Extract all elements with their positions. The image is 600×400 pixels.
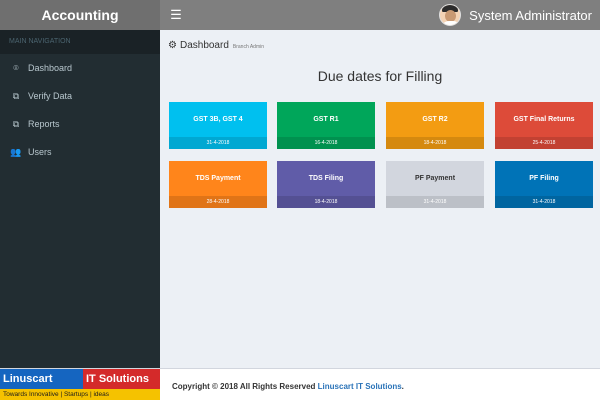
dashboard-icon: ⌾	[13, 62, 19, 73]
page-title: Dashboard	[179, 40, 229, 51]
sidebar-header: MAIN NAVIGATION	[0, 30, 160, 54]
copy-icon: ⧉	[12, 90, 20, 101]
due-card-title: TDS Payment	[195, 175, 241, 182]
sidebar: MAIN NAVIGATION ⌾ Dashboard ⧉ Verify Dat…	[0, 30, 160, 368]
page-subtitle: Branch Admin	[232, 44, 265, 50]
company-logo: Linuscart IT Solutions Towards Innovativ…	[0, 369, 160, 400]
due-card-title: GST R1	[313, 116, 339, 123]
due-card-date: 25-4-2018	[495, 137, 593, 149]
section-title: Due dates for Filling	[317, 68, 443, 84]
sidebar-item-verify-data[interactable]: ⧉ Verify Data	[0, 82, 160, 110]
logo-text-primary: Linuscart	[0, 369, 83, 389]
due-card-date: 18-4-2018	[386, 137, 484, 149]
sidebar-item-users[interactable]: 👥 Users	[0, 138, 160, 166]
copyright-suffix: .	[401, 382, 404, 391]
sidebar-item-label: Dashboard	[28, 63, 73, 73]
sidebar-item-reports[interactable]: ⧉ Reports	[0, 110, 160, 138]
due-card-pf-payment[interactable]: PF Payment 31-4-2018	[386, 161, 484, 208]
top-header: Accounting ☰ System Administrator	[0, 0, 600, 30]
menu-toggle-icon[interactable]: ☰	[166, 6, 186, 24]
due-card-title: GST 3B, GST 4	[193, 116, 243, 123]
due-card-pf-filing[interactable]: PF Filing 31-4-2018	[495, 161, 593, 208]
copyright-prefix: Copyright © 2018 All Rights Reserved	[172, 382, 316, 391]
due-card-gst-3b[interactable]: GST 3B, GST 4 31-4-2018	[169, 102, 267, 149]
due-card-date: 31-4-2018	[169, 137, 267, 149]
due-card-date: 28-4-2018	[169, 196, 267, 208]
due-card-title: GST Final Returns	[513, 116, 575, 123]
company-link[interactable]: Linuscart IT Solutions	[318, 382, 402, 391]
sidebar-item-label: Reports	[28, 119, 60, 129]
users-icon: 👥	[10, 146, 22, 157]
copyright-text: Copyright © 2018 All Rights Reserved Lin…	[172, 382, 404, 391]
logo-tagline: Towards Innovative | Startups | ideas	[0, 389, 160, 400]
due-card-gst-r2[interactable]: GST R2 18-4-2018	[386, 102, 484, 149]
due-card-title: PF Filing	[529, 175, 559, 182]
due-card-tds-payment[interactable]: TDS Payment 28-4-2018	[169, 161, 267, 208]
app-brand[interactable]: Accounting	[0, 0, 160, 30]
logo-text-secondary: IT Solutions	[83, 369, 160, 389]
user-name[interactable]: System Administrator	[469, 8, 592, 23]
breadcrumb: ⚙ Dashboard Branch Admin	[168, 40, 264, 51]
due-card-tds-filing[interactable]: TDS Filing 18-4-2018	[277, 161, 375, 208]
user-avatar[interactable]	[439, 4, 462, 26]
sidebar-item-label: Verify Data	[28, 91, 73, 101]
due-card-date: 16-4-2018	[277, 137, 375, 149]
due-card-gst-r1[interactable]: GST R1 16-4-2018	[277, 102, 375, 149]
due-card-title: PF Payment	[414, 175, 456, 182]
sidebar-item-dashboard[interactable]: ⌾ Dashboard	[0, 54, 160, 82]
due-card-title: TDS Filing	[308, 175, 344, 182]
due-card-date: 18-4-2018	[277, 196, 375, 208]
main-content: ⚙ Dashboard Branch Admin Due dates for F…	[160, 30, 600, 368]
due-card-date: 31-4-2018	[495, 196, 593, 208]
due-card-gst-final-returns[interactable]: GST Final Returns 25-4-2018	[495, 102, 593, 149]
dashboard-gauge-icon: ⚙	[168, 40, 177, 51]
due-card-date: 31-4-2018	[386, 196, 484, 208]
sidebar-item-label: Users	[28, 147, 52, 157]
due-card-title: GST R2	[422, 116, 448, 123]
user-menu[interactable]: System Administrator	[439, 0, 592, 30]
copy-icon: ⧉	[12, 118, 20, 129]
page-footer: Linuscart IT Solutions Towards Innovativ…	[0, 368, 600, 400]
